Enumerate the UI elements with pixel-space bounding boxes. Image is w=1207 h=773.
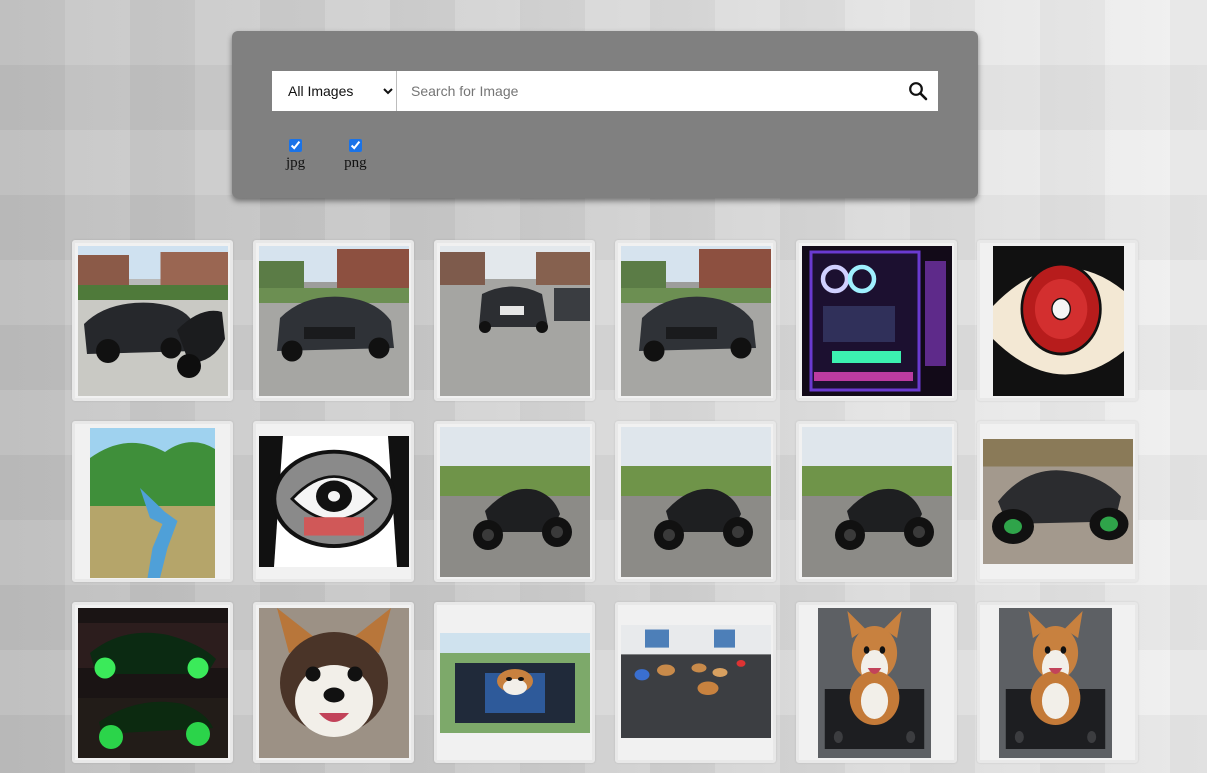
gallery-thumbnail[interactable] <box>977 240 1138 401</box>
gallery-thumbnail[interactable] <box>253 421 414 582</box>
jpg-checkbox[interactable] <box>289 139 303 152</box>
thumbnail-image <box>259 246 409 396</box>
filter-jpg: jpg <box>286 139 305 172</box>
thumbnail-image <box>621 427 771 577</box>
thumbnail-image <box>999 608 1112 758</box>
search-input[interactable] <box>397 71 898 111</box>
gallery-thumbnail[interactable] <box>434 602 595 763</box>
thumbnail-image <box>983 439 1133 564</box>
gallery-thumbnail[interactable] <box>434 240 595 401</box>
gallery-thumbnail[interactable] <box>615 421 776 582</box>
search-button[interactable] <box>898 71 938 111</box>
png-checkbox[interactable] <box>348 139 362 152</box>
thumbnail-image <box>78 608 228 758</box>
thumbnail-image <box>802 246 952 396</box>
jpg-label: jpg <box>286 155 306 171</box>
thumbnail-image <box>818 608 931 758</box>
thumbnail-image <box>440 427 590 577</box>
thumbnail-image <box>440 246 590 396</box>
gallery-thumbnail[interactable] <box>253 602 414 763</box>
image-gallery <box>72 240 1142 763</box>
gallery-thumbnail[interactable] <box>977 421 1138 582</box>
gallery-thumbnail[interactable] <box>72 602 233 763</box>
gallery-thumbnail[interactable] <box>615 240 776 401</box>
gallery-thumbnail[interactable] <box>796 240 957 401</box>
thumbnail-image <box>621 625 771 738</box>
thumbnail-image <box>621 246 771 396</box>
thumbnail-image <box>440 633 590 733</box>
search-panel: All Images jpg png <box>232 31 978 198</box>
image-type-select[interactable]: All Images <box>272 71 397 111</box>
gallery-thumbnail[interactable] <box>796 602 957 763</box>
thumbnail-image <box>802 427 952 577</box>
gallery-thumbnail[interactable] <box>434 421 595 582</box>
gallery-thumbnail[interactable] <box>72 421 233 582</box>
filter-png: png <box>344 139 367 172</box>
gallery-thumbnail[interactable] <box>615 602 776 763</box>
thumbnail-image <box>90 428 215 578</box>
search-bar: All Images <box>272 71 938 111</box>
gallery-thumbnail[interactable] <box>796 421 957 582</box>
thumbnail-image <box>259 608 409 758</box>
gallery-thumbnail[interactable] <box>977 602 1138 763</box>
gallery-thumbnail[interactable] <box>253 240 414 401</box>
gallery-thumbnail[interactable] <box>72 240 233 401</box>
search-icon <box>909 82 928 101</box>
png-label: png <box>344 155 367 171</box>
file-type-filters: jpg png <box>286 139 406 172</box>
thumbnail-image <box>259 436 409 567</box>
thumbnail-image <box>78 246 228 396</box>
thumbnail-image <box>993 246 1124 396</box>
